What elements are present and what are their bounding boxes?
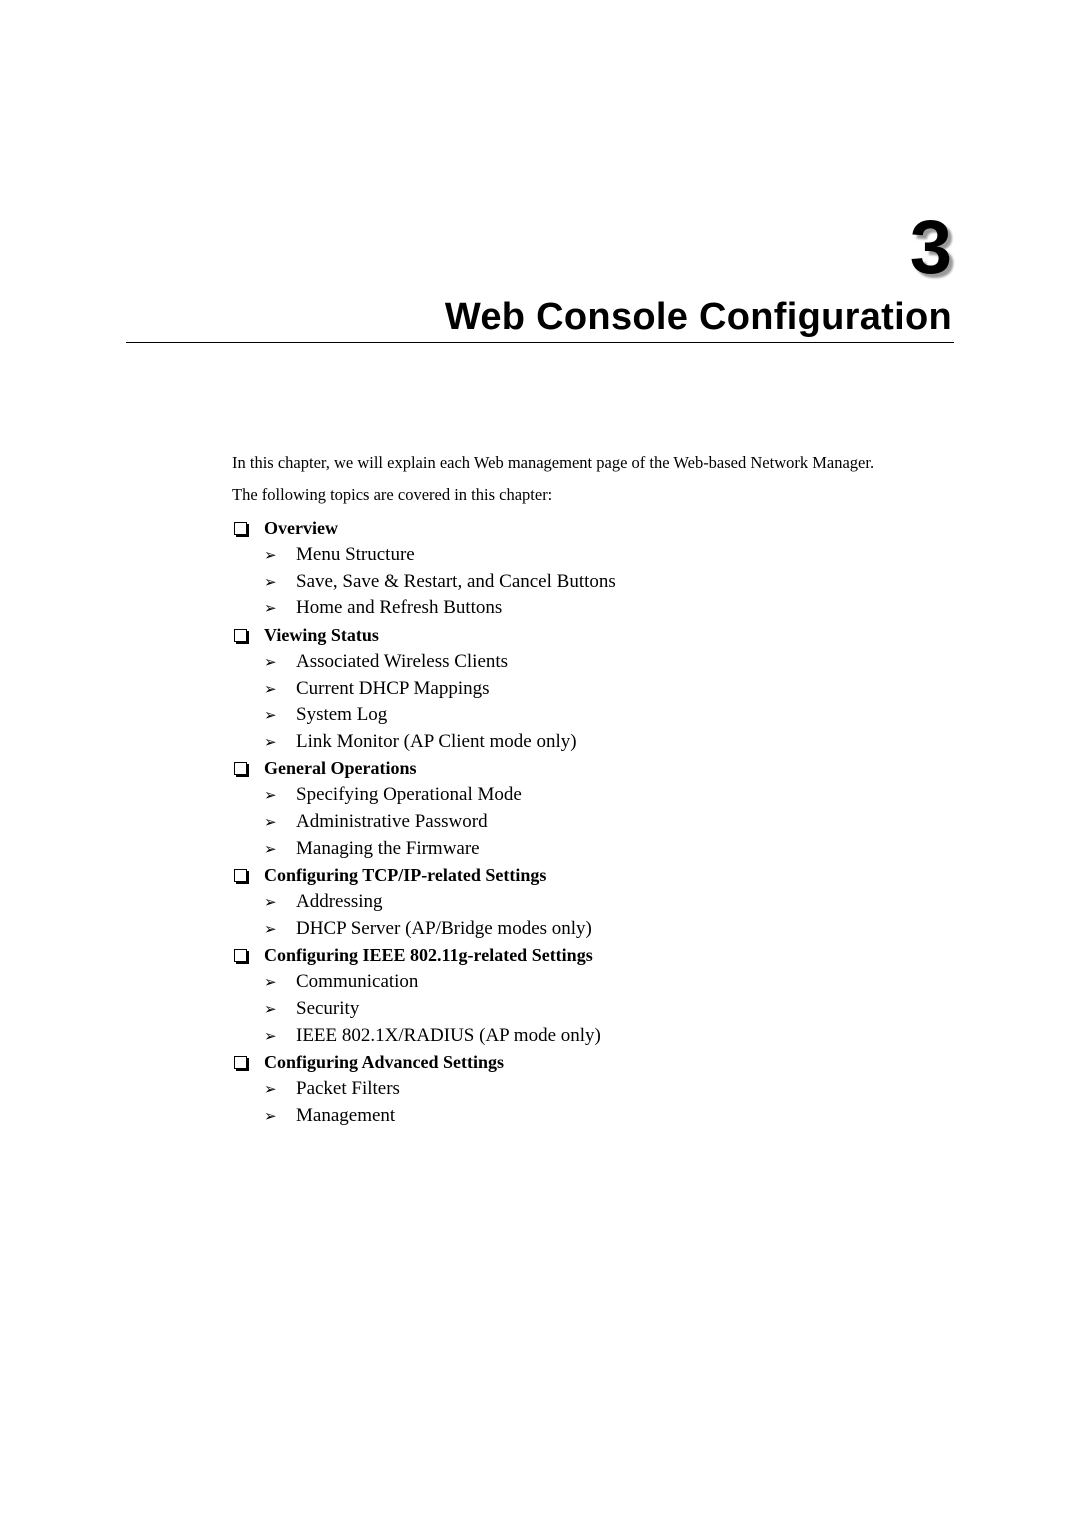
topics-list: Overview ➢ Menu Structure ➢ Save, Save & Res… [232,515,616,1129]
item-label: Communication [296,971,419,993]
list-item: ➢ Security [232,996,616,1023]
topic-section: Overview [232,515,616,542]
section-title: Configuring TCP/IP-related Settings [264,864,547,885]
checkbox-square-icon [234,762,247,776]
item-label: Managing the Firmware [296,837,480,859]
topic-section: Configuring TCP/IP-related Settings [232,862,616,889]
chapter-number: 3 [909,205,952,290]
checkbox-square-icon [234,628,247,642]
checkbox-square-icon [234,1055,247,1069]
list-item: ➢ Managing the Firmware [232,835,616,862]
arrowhead-icon: ➢ [264,919,277,938]
list-item: ➢ Specifying Operational Mode [232,782,616,809]
arrowhead-icon: ➢ [264,973,277,992]
arrowhead-icon: ➢ [264,599,277,618]
section-title: General Operations [264,758,417,779]
list-item: ➢ Addressing [232,889,616,916]
item-label: Associated Wireless Clients [296,651,509,673]
list-item: ➢ Management [232,1103,616,1130]
checkbox-square-icon [234,949,247,963]
section-title: Overview [264,518,338,538]
item-label: Security [296,998,360,1020]
item-label: Home and Refresh Buttons [296,597,503,619]
item-label: Menu Structure [296,544,415,566]
arrowhead-icon: ➢ [264,1026,277,1045]
item-label: System Log [296,704,388,726]
item-label: DHCP Server (AP/Bridge modes only) [296,917,592,939]
item-label: Addressing [296,891,383,913]
arrowhead-icon: ➢ [264,546,277,565]
arrowhead-icon: ➢ [264,786,277,805]
item-label: IEEE 802.1X/RADIUS (AP mode only) [296,1024,601,1046]
list-item: ➢ Save, Save & Restart, and Cancel Button… [232,569,616,596]
list-item: ➢ Home and Refresh Buttons [232,595,616,622]
list-item: ➢ Associated Wireless Clients [232,649,616,676]
list-item: ➢ Link Monitor (AP Client mode only) [232,729,616,756]
list-item: ➢ Communication [232,969,616,996]
title-divider [126,342,954,343]
item-label: Management [296,1104,396,1126]
chapter-title: Web Console Configuration [444,296,952,338]
topics-lead-in: The following topics are covered in this… [232,485,553,504]
topic-section: General Operations [232,755,616,782]
arrowhead-icon: ➢ [264,813,277,832]
item-label: Administrative Password [296,811,488,833]
list-item: ➢ DHCP Server (AP/Bridge modes only) [232,916,616,943]
item-label: Current DHCP Mappings [296,677,490,699]
list-item: ➢ Menu Structure [232,542,616,569]
topic-section: Viewing Status [232,622,616,649]
list-item: ➢ Current DHCP Mappings [232,675,616,702]
checkbox-square-icon [234,522,247,535]
arrowhead-icon: ➢ [264,572,277,591]
topic-section: Configuring Advanced Settings [232,1049,616,1076]
arrowhead-icon: ➢ [264,679,277,698]
list-item: ➢ System Log [232,702,616,729]
section-title: Configuring Advanced Settings [264,1051,505,1072]
arrowhead-icon: ➢ [264,1000,277,1019]
section-title: Viewing Status [264,624,379,645]
item-label: Specifying Operational Mode [296,784,522,806]
list-item: ➢ Packet Filters [232,1076,616,1103]
item-label: Packet Filters [296,1078,400,1100]
checkbox-square-icon [234,868,247,882]
arrowhead-icon: ➢ [264,732,277,751]
section-title: Configuring IEEE 802.11g-related Setting… [264,945,593,966]
arrowhead-icon: ➢ [264,653,277,672]
arrowhead-icon: ➢ [264,839,277,858]
arrowhead-icon: ➢ [264,1080,277,1099]
list-item: ➢ Administrative Password [232,809,616,836]
arrowhead-icon: ➢ [264,1106,277,1125]
arrowhead-icon: ➢ [264,893,277,912]
list-item: ➢ IEEE 802.1X/RADIUS (AP mode only) [232,1022,616,1049]
intro-paragraph: In this chapter, we will explain each We… [232,453,875,472]
item-label: Link Monitor (AP Client mode only) [296,730,577,752]
topic-section: Configuring IEEE 802.11g-related Setting… [232,942,616,969]
arrowhead-icon: ➢ [264,706,277,725]
item-label: Save, Save & Restart, and Cancel Buttons [296,570,616,592]
